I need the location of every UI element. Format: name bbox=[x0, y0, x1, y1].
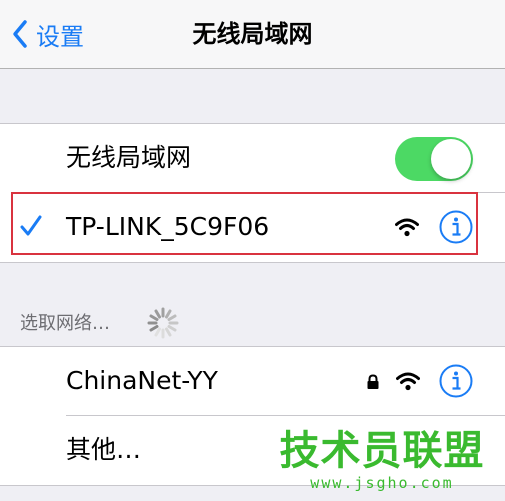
other-network-label: 其他… bbox=[66, 435, 142, 464]
connected-network-name: TP-LINK_5C9F06 bbox=[66, 212, 270, 241]
choose-network-header: 选取网络… bbox=[20, 313, 110, 334]
watermark-url: www.jsgho.com bbox=[310, 474, 454, 492]
info-icon[interactable] bbox=[439, 364, 473, 398]
watermark-logo: 技术员联盟 www.jsgho.com bbox=[272, 428, 492, 492]
wifi-toggle-row: 无线局域网 bbox=[0, 124, 505, 192]
navigation-bar: 设置 无线局域网 bbox=[0, 0, 505, 69]
page-title: 无线局域网 bbox=[192, 20, 313, 48]
network-name: ChinaNet-YY bbox=[66, 366, 218, 395]
checkmark-icon bbox=[20, 215, 42, 236]
wifi-signal-icon bbox=[396, 372, 420, 391]
wifi-signal-icon bbox=[395, 218, 419, 237]
loading-spinner-icon bbox=[147, 307, 179, 339]
wifi-group: 无线局域网 TP-LINK_5C9F06 bbox=[0, 123, 505, 263]
connected-network-row[interactable]: TP-LINK_5C9F06 bbox=[0, 193, 505, 261]
watermark-title: 技术员联盟 bbox=[279, 428, 485, 474]
toggle-knob bbox=[431, 139, 471, 179]
wifi-toggle-switch[interactable] bbox=[395, 137, 473, 181]
wifi-toggle-label: 无线局域网 bbox=[66, 143, 192, 172]
info-icon[interactable] bbox=[439, 210, 473, 244]
lock-icon bbox=[367, 374, 379, 389]
network-row-chinanet[interactable]: ChinaNet-YY bbox=[0, 347, 505, 415]
